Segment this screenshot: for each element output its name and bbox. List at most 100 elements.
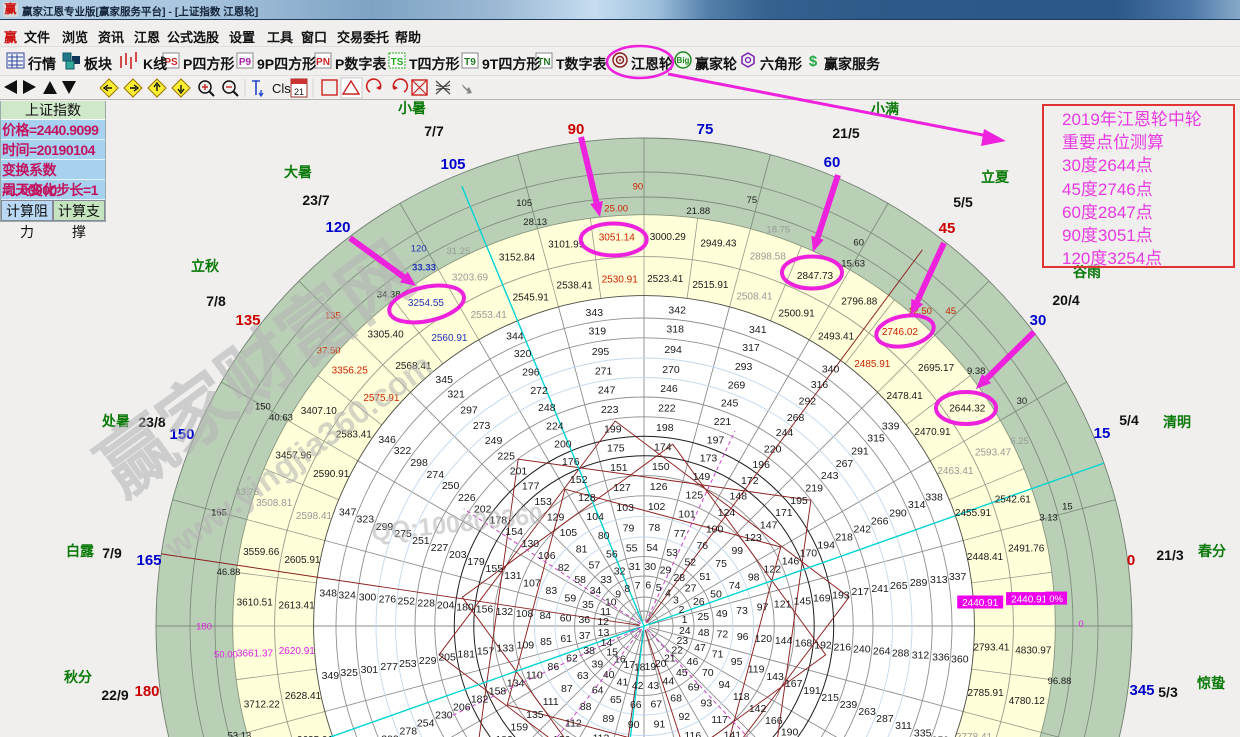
svg-text:217: 217	[852, 586, 870, 598]
svg-text:99: 99	[731, 545, 743, 557]
svg-text:240: 240	[853, 643, 871, 655]
svg-text:86: 86	[548, 661, 560, 673]
svg-text:18.75: 18.75	[766, 225, 790, 236]
svg-text:2508.41: 2508.41	[736, 292, 773, 303]
svg-text:272: 272	[530, 385, 548, 397]
svg-text:225: 225	[497, 450, 515, 462]
svg-text:21/3: 21/3	[1156, 547, 1183, 563]
svg-text:215: 215	[821, 692, 839, 704]
svg-text:34: 34	[590, 585, 602, 597]
svg-text:311: 311	[895, 720, 912, 732]
svg-text:204: 204	[437, 600, 455, 612]
svg-text:0: 0	[1078, 619, 1083, 630]
svg-text:2593.47: 2593.47	[975, 448, 1012, 459]
svg-text:126: 126	[650, 481, 668, 493]
svg-text:5: 5	[656, 582, 662, 594]
svg-text:105: 105	[516, 198, 532, 209]
svg-text:278: 278	[400, 725, 418, 737]
svg-text:133: 133	[497, 643, 515, 655]
svg-text:109: 109	[517, 639, 535, 651]
svg-text:3152.84: 3152.84	[499, 253, 536, 264]
svg-text:118: 118	[733, 691, 750, 703]
svg-text:165: 165	[136, 552, 161, 569]
svg-text:23: 23	[676, 635, 688, 647]
svg-text:90: 90	[568, 121, 585, 138]
svg-text:6: 6	[645, 580, 651, 592]
svg-text:2491.76: 2491.76	[1008, 544, 1045, 555]
svg-text:287: 287	[876, 713, 894, 725]
svg-text:241: 241	[871, 583, 889, 595]
svg-text:2598.41: 2598.41	[296, 511, 333, 522]
svg-text:白露: 白露	[66, 543, 95, 559]
svg-text:41: 41	[617, 677, 629, 689]
svg-text:45: 45	[939, 220, 956, 237]
svg-text:253: 253	[399, 658, 417, 670]
svg-text:120: 120	[755, 633, 773, 645]
svg-text:96.88: 96.88	[1048, 676, 1072, 687]
svg-text:244: 244	[776, 427, 794, 439]
svg-text:7/8: 7/8	[206, 293, 226, 309]
svg-text:2898.58: 2898.58	[750, 252, 787, 263]
svg-text:267: 267	[836, 458, 854, 470]
svg-text:29: 29	[660, 565, 672, 577]
svg-text:180: 180	[134, 683, 159, 700]
svg-text:107: 107	[523, 578, 541, 590]
svg-text:113: 113	[593, 733, 610, 737]
svg-text:23/7: 23/7	[302, 192, 329, 208]
svg-text:小暑: 小暑	[398, 100, 426, 116]
svg-text:2440.91: 2440.91	[962, 598, 999, 609]
svg-text:2455.91: 2455.91	[955, 508, 992, 519]
svg-text:38: 38	[583, 645, 595, 657]
svg-text:81: 81	[576, 543, 588, 555]
svg-text:48: 48	[698, 627, 710, 639]
svg-text:2463.41: 2463.41	[937, 466, 974, 477]
svg-text:40: 40	[603, 669, 615, 681]
svg-text:102: 102	[648, 501, 666, 513]
svg-text:158: 158	[489, 686, 507, 698]
svg-text:122: 122	[764, 563, 782, 575]
svg-text:2478.41: 2478.41	[887, 391, 924, 402]
svg-text:2796.88: 2796.88	[841, 296, 878, 307]
svg-text:74: 74	[729, 580, 741, 592]
svg-text:343: 343	[586, 307, 604, 319]
svg-text:5/4: 5/4	[1119, 412, 1139, 428]
svg-text:197: 197	[707, 434, 725, 446]
svg-text:196: 196	[752, 459, 770, 471]
svg-text:230: 230	[435, 710, 453, 722]
svg-text:297: 297	[460, 405, 478, 417]
svg-text:32: 32	[614, 566, 626, 578]
svg-text:2523.41: 2523.41	[647, 274, 684, 285]
svg-text:116: 116	[684, 730, 701, 737]
svg-text:31.25: 31.25	[447, 246, 471, 257]
svg-text:322: 322	[394, 445, 412, 457]
svg-text:121: 121	[774, 599, 792, 611]
svg-text:199: 199	[604, 424, 622, 436]
svg-text:180: 180	[456, 602, 474, 614]
svg-text:47: 47	[694, 642, 706, 654]
svg-text:P9: P9	[239, 57, 252, 68]
svg-text:245: 245	[721, 397, 739, 409]
svg-text:4830.97: 4830.97	[1015, 645, 1052, 656]
svg-text:80: 80	[598, 530, 610, 542]
svg-text:105: 105	[560, 527, 578, 539]
svg-text:3203.69: 3203.69	[452, 273, 489, 284]
svg-text:226: 226	[458, 492, 476, 504]
svg-text:28.13: 28.13	[523, 217, 547, 228]
svg-text:秋分: 秋分	[64, 669, 92, 685]
svg-text:228: 228	[417, 598, 435, 610]
svg-text:123: 123	[744, 532, 762, 544]
svg-text:293: 293	[735, 361, 753, 373]
svg-text:143: 143	[766, 671, 784, 683]
svg-text:101: 101	[678, 508, 696, 520]
svg-text:340: 340	[822, 364, 840, 376]
svg-text:335: 335	[914, 728, 932, 737]
svg-text:70: 70	[702, 667, 714, 679]
svg-text:203: 203	[449, 549, 467, 561]
svg-text:249: 249	[485, 435, 503, 447]
svg-text:168: 168	[795, 637, 813, 649]
svg-text:7/7: 7/7	[424, 123, 444, 139]
svg-text:77: 77	[674, 528, 686, 540]
svg-text:112: 112	[565, 718, 582, 730]
svg-text:44: 44	[663, 675, 675, 687]
svg-text:Big: Big	[677, 56, 690, 65]
